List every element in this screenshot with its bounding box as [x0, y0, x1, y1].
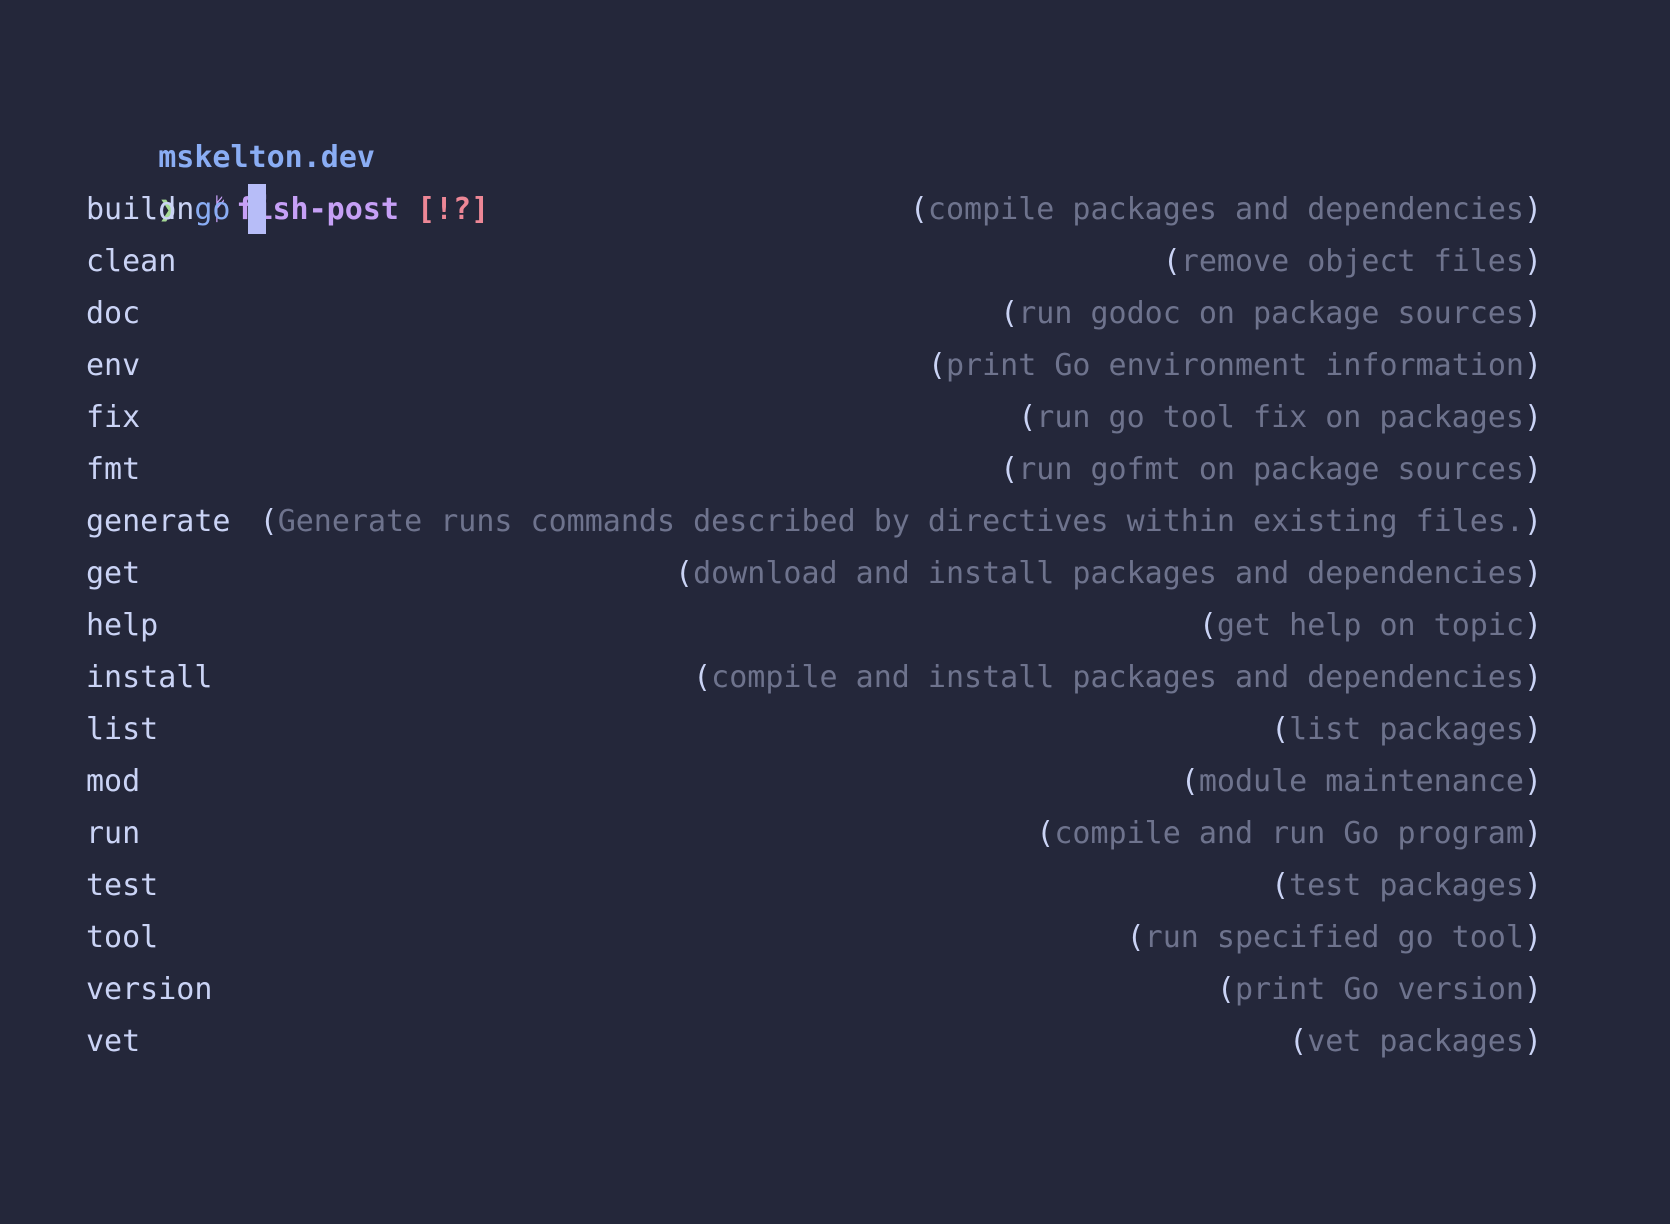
completion-item[interactable]: fix (run go tool fix on packages) — [86, 392, 1542, 444]
completion-description: (print Go environment information) — [927, 348, 1542, 383]
completion-description: (compile packages and dependencies) — [909, 192, 1542, 227]
completion-description: (remove object files) — [1162, 244, 1542, 279]
completion-name: run — [86, 816, 141, 851]
completion-description: (vet packages) — [1289, 1024, 1542, 1059]
completion-description: (module maintenance) — [1180, 764, 1542, 799]
completion-item[interactable]: get (download and install packages and de… — [86, 548, 1542, 600]
completion-name: env — [86, 348, 141, 383]
completion-name: build — [86, 192, 177, 227]
completion-item[interactable]: install (compile and install packages and… — [86, 652, 1542, 704]
completion-item[interactable]: help (get help on topic) — [86, 600, 1542, 652]
completion-item[interactable]: env (print Go environment information) — [86, 340, 1542, 392]
completion-name: version — [86, 972, 213, 1007]
completion-name: fmt — [86, 452, 141, 487]
completion-name: generate — [86, 504, 231, 539]
completion-name: install — [86, 660, 213, 695]
completion-name: mod — [86, 764, 141, 799]
command-input-line[interactable]: ❯ go — [86, 132, 267, 234]
completion-item[interactable]: generate (Generate runs commands describe… — [86, 496, 1542, 548]
completion-name: list — [86, 712, 159, 747]
completion-item[interactable]: tool (run specified go tool) — [86, 912, 1542, 964]
completion-description: (run gofmt on package sources) — [1000, 452, 1542, 487]
completion-description: (compile and run Go program) — [1036, 816, 1542, 851]
completion-description: (list packages) — [1271, 712, 1542, 747]
prompt-line: mskelton.dev on ᚠ fish-post [!?] — [86, 80, 489, 227]
completion-item[interactable]: run (compile and run Go program) — [86, 808, 1542, 860]
completion-item[interactable]: doc (run godoc on package sources) — [86, 288, 1542, 340]
completion-item[interactable]: clean (remove object files) — [86, 236, 1542, 288]
completion-name: get — [86, 556, 141, 591]
completion-description: (run specified go tool) — [1126, 920, 1542, 955]
completion-name: clean — [86, 244, 177, 279]
completion-name: fix — [86, 400, 141, 435]
completion-name: test — [86, 868, 159, 903]
completion-item[interactable]: list (list packages) — [86, 704, 1542, 756]
terminal-window[interactable]: mskelton.dev on ᚠ fish-post [!?] ❯ go build (… — [0, 0, 1670, 1224]
completion-description: (Generate runs commands described by dir… — [259, 504, 1542, 539]
completion-description: (get help on topic) — [1198, 608, 1542, 643]
completion-item[interactable]: test (test packages) — [86, 860, 1542, 912]
completion-item[interactable]: build (compile packages and dependencies) — [86, 184, 1542, 236]
completion-item[interactable]: vet (vet packages) — [86, 1016, 1542, 1068]
completion-description: (run go tool fix on packages) — [1018, 400, 1542, 435]
completion-description: (compile and install packages and depend… — [693, 660, 1542, 695]
completion-name: vet — [86, 1024, 141, 1059]
completion-name: tool — [86, 920, 159, 955]
completion-name: doc — [86, 296, 141, 331]
completion-name: help — [86, 608, 159, 643]
completion-description: (test packages) — [1271, 868, 1542, 903]
completion-item[interactable]: mod (module maintenance) — [86, 756, 1542, 808]
completion-description: (download and install packages and depen… — [675, 556, 1542, 591]
completion-item[interactable]: version (print Go version) — [86, 964, 1542, 1016]
completion-description: (print Go version) — [1216, 972, 1542, 1007]
completion-item[interactable]: fmt (run gofmt on package sources) — [86, 444, 1542, 496]
completion-description: (run godoc on package sources) — [1000, 296, 1542, 331]
